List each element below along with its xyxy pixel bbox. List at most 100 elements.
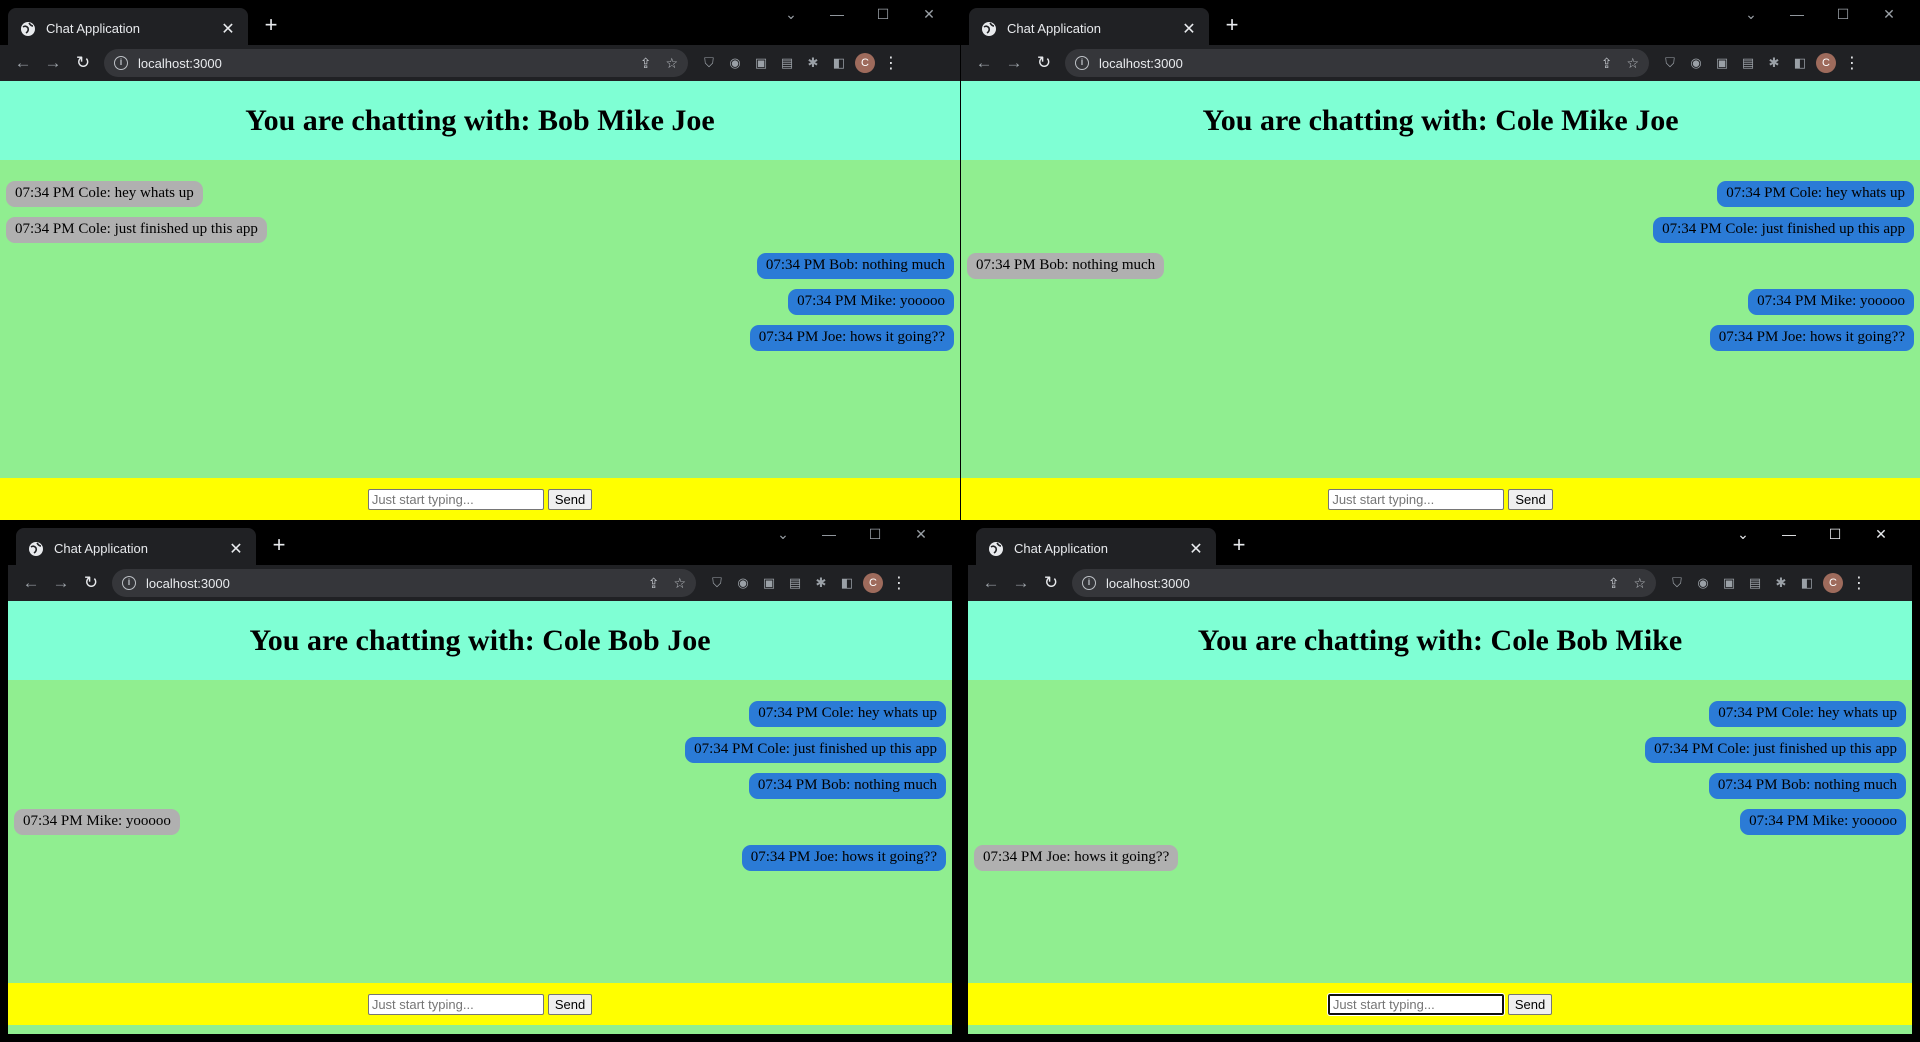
share-icon[interactable]: ⇪	[1601, 55, 1613, 72]
reload-icon[interactable]: ↻	[68, 53, 98, 73]
browser-tab[interactable]: Chat Application ✕	[976, 528, 1216, 569]
back-arrow-icon[interactable]: ←	[16, 573, 46, 593]
send-button[interactable]: Send	[547, 488, 593, 510]
bookmark-star-icon[interactable]: ☆	[673, 575, 686, 592]
message-input[interactable]	[1326, 992, 1505, 1016]
puzzle-extensions-icon[interactable]: ✱	[808, 575, 834, 591]
eyes-extension-icon[interactable]: ◉	[730, 575, 756, 591]
minimize-icon[interactable]: —	[1774, 6, 1820, 23]
send-button[interactable]: Send	[1507, 993, 1553, 1015]
back-arrow-icon[interactable]: ←	[976, 573, 1006, 593]
share-icon[interactable]: ⇪	[640, 55, 652, 72]
maximize-icon[interactable]: ☐	[1812, 526, 1858, 543]
info-icon[interactable]: i	[1082, 576, 1096, 590]
address-bar[interactable]: i localhost:3000 ⇪ ☆	[1072, 569, 1656, 597]
kebab-menu-icon[interactable]: ⋮	[878, 53, 904, 73]
profile-avatar[interactable]: C	[863, 573, 883, 593]
share-icon[interactable]: ⇪	[1608, 575, 1620, 592]
puzzle-extensions-icon[interactable]: ✱	[800, 55, 826, 71]
send-button[interactable]: Send	[1508, 488, 1553, 510]
chevron-down-icon[interactable]: ⌄	[760, 526, 806, 543]
close-window-icon[interactable]: ✕	[1858, 526, 1904, 543]
browser-tab[interactable]: Chat Application ✕	[16, 528, 256, 569]
close-tab-icon[interactable]: ✕	[226, 539, 246, 559]
close-window-icon[interactable]: ✕	[1866, 6, 1912, 23]
minimize-icon[interactable]: —	[1766, 526, 1812, 543]
side-panel-icon[interactable]: ◧	[834, 575, 860, 591]
kebab-menu-icon[interactable]: ⋮	[886, 573, 912, 593]
eyes-extension-icon[interactable]: ◉	[722, 55, 748, 71]
bookmark-star-icon[interactable]: ☆	[1633, 575, 1646, 592]
minimize-icon[interactable]: —	[806, 526, 852, 543]
eyes-extension-icon[interactable]: ◉	[1690, 575, 1716, 591]
close-tab-icon[interactable]: ✕	[218, 19, 238, 39]
share-icon[interactable]: ⇪	[648, 575, 660, 592]
bookmark-star-icon[interactable]: ☆	[665, 55, 678, 72]
message-input[interactable]	[367, 993, 544, 1015]
reload-icon[interactable]: ↻	[1029, 53, 1059, 73]
forward-arrow-icon[interactable]: →	[46, 573, 76, 593]
k-extension-icon[interactable]: ▣	[1709, 55, 1735, 71]
window-extension-icon[interactable]: ▤	[782, 575, 808, 591]
url-text[interactable]: localhost:3000	[1106, 576, 1594, 591]
url-text[interactable]: localhost:3000	[146, 576, 634, 591]
maximize-icon[interactable]: ☐	[1820, 6, 1866, 23]
address-bar[interactable]: i localhost:3000 ⇪ ☆	[1065, 49, 1649, 77]
reload-icon[interactable]: ↻	[1036, 573, 1066, 593]
shield-extension-icon[interactable]: ⛉	[1664, 575, 1690, 591]
close-tab-icon[interactable]: ✕	[1179, 19, 1199, 39]
shield-extension-icon[interactable]: ⛉	[1657, 55, 1683, 71]
window-extension-icon[interactable]: ▤	[1735, 55, 1761, 71]
shield-extension-icon[interactable]: ⛉	[696, 55, 722, 71]
close-window-icon[interactable]: ✕	[898, 526, 944, 543]
info-icon[interactable]: i	[122, 576, 136, 590]
puzzle-extensions-icon[interactable]: ✱	[1761, 55, 1787, 71]
info-icon[interactable]: i	[1075, 56, 1089, 70]
k-extension-icon[interactable]: ▣	[1716, 575, 1742, 591]
close-tab-icon[interactable]: ✕	[1186, 539, 1206, 559]
profile-avatar[interactable]: C	[1816, 53, 1836, 73]
address-bar[interactable]: i localhost:3000 ⇪ ☆	[112, 569, 696, 597]
side-panel-icon[interactable]: ◧	[1794, 575, 1820, 591]
side-panel-icon[interactable]: ◧	[826, 55, 852, 71]
kebab-menu-icon[interactable]: ⋮	[1839, 53, 1865, 73]
new-tab-icon[interactable]: +	[258, 13, 284, 39]
shield-extension-icon[interactable]: ⛉	[704, 575, 730, 591]
reload-icon[interactable]: ↻	[76, 573, 106, 593]
chevron-down-icon[interactable]: ⌄	[768, 6, 814, 23]
new-tab-icon[interactable]: +	[1219, 13, 1245, 39]
new-tab-icon[interactable]: +	[1226, 533, 1252, 559]
back-arrow-icon[interactable]: ←	[8, 53, 38, 73]
chevron-down-icon[interactable]: ⌄	[1728, 6, 1774, 23]
window-extension-icon[interactable]: ▤	[1742, 575, 1768, 591]
eyes-extension-icon[interactable]: ◉	[1683, 55, 1709, 71]
new-tab-icon[interactable]: +	[266, 533, 292, 559]
k-extension-icon[interactable]: ▣	[748, 55, 774, 71]
bookmark-star-icon[interactable]: ☆	[1626, 55, 1639, 72]
profile-avatar[interactable]: C	[855, 53, 875, 73]
info-icon[interactable]: i	[114, 56, 128, 70]
maximize-icon[interactable]: ☐	[860, 6, 906, 23]
minimize-icon[interactable]: —	[814, 6, 860, 23]
forward-arrow-icon[interactable]: →	[999, 53, 1029, 73]
url-text[interactable]: localhost:3000	[138, 56, 626, 71]
window-extension-icon[interactable]: ▤	[774, 55, 800, 71]
profile-avatar[interactable]: C	[1823, 573, 1843, 593]
forward-arrow-icon[interactable]: →	[38, 53, 68, 73]
maximize-icon[interactable]: ☐	[852, 526, 898, 543]
k-extension-icon[interactable]: ▣	[756, 575, 782, 591]
message-input[interactable]	[1328, 488, 1505, 510]
address-bar[interactable]: i localhost:3000 ⇪ ☆	[104, 49, 688, 77]
forward-arrow-icon[interactable]: →	[1006, 573, 1036, 593]
browser-tab[interactable]: Chat Application ✕	[8, 8, 248, 49]
back-arrow-icon[interactable]: ←	[969, 53, 999, 73]
puzzle-extensions-icon[interactable]: ✱	[1768, 575, 1794, 591]
chevron-down-icon[interactable]: ⌄	[1720, 526, 1766, 543]
browser-tab[interactable]: Chat Application ✕	[969, 8, 1209, 49]
url-text[interactable]: localhost:3000	[1099, 56, 1587, 71]
close-window-icon[interactable]: ✕	[906, 6, 952, 23]
kebab-menu-icon[interactable]: ⋮	[1846, 573, 1872, 593]
side-panel-icon[interactable]: ◧	[1787, 55, 1813, 71]
message-input[interactable]	[367, 488, 544, 510]
send-button[interactable]: Send	[547, 993, 593, 1015]
